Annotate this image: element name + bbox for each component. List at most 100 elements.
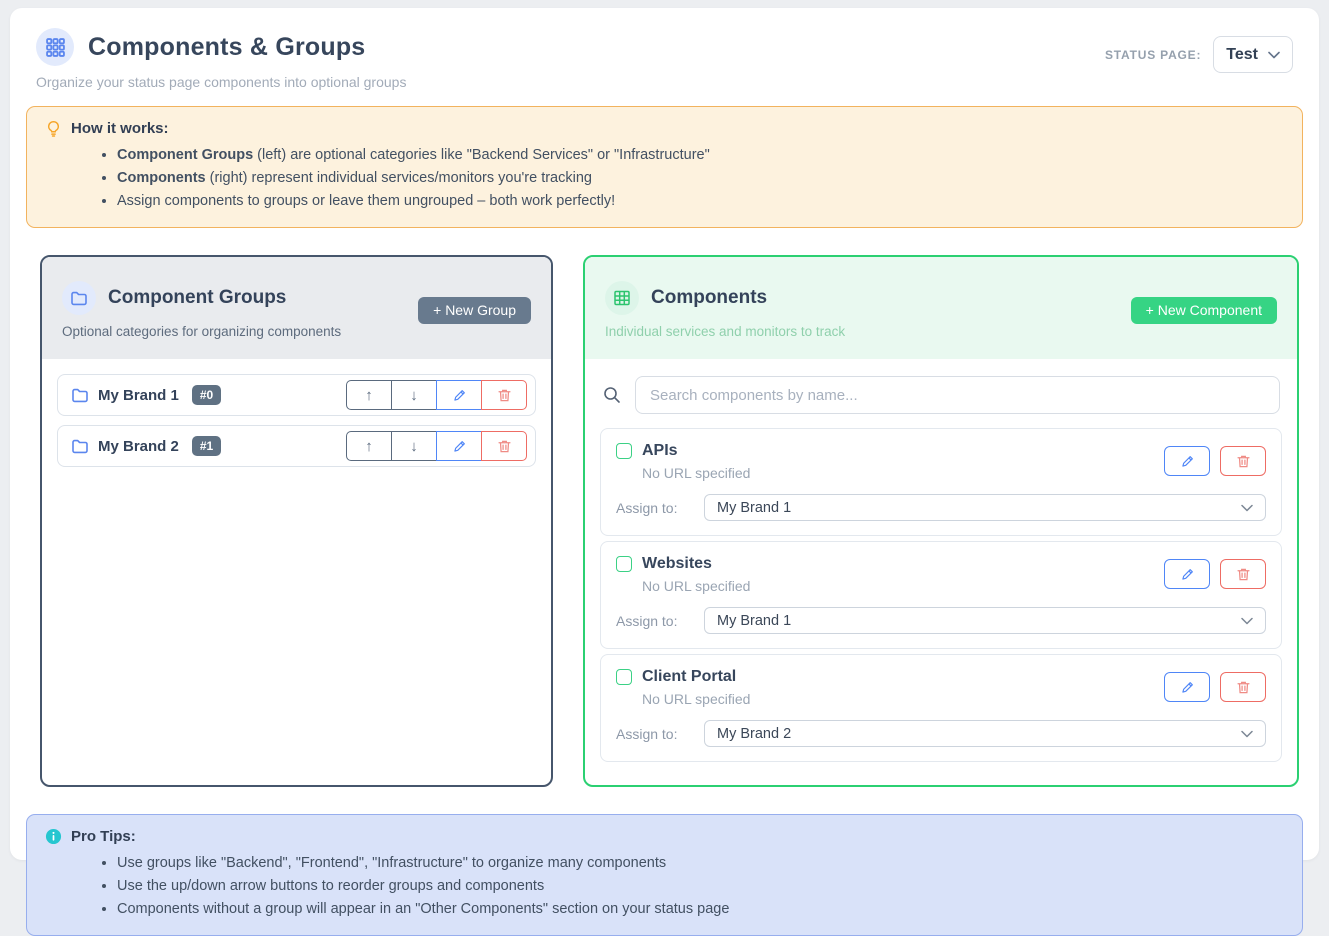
component-groups-panel: Component Groups Optional categories for… <box>40 255 553 787</box>
component-name: Websites <box>642 555 712 573</box>
component-card: Client Portal No URL specified <box>600 654 1282 762</box>
status-page-select[interactable]: Test <box>1213 36 1293 73</box>
folder-icon <box>71 437 89 455</box>
edit-component-button[interactable] <box>1164 672 1210 702</box>
trash-icon <box>497 388 512 403</box>
status-page-label: STATUS PAGE: <box>1105 48 1201 62</box>
move-up-button[interactable]: ↑ <box>346 431 392 461</box>
pro-tips-list: Use groups like "Backend", "Frontend", "… <box>45 852 1284 921</box>
assign-to-label: Assign to: <box>616 613 704 629</box>
pro-tips-box: Pro Tips: Use groups like "Backend", "Fr… <box>26 814 1303 936</box>
group-actions: ↑ ↓ <box>346 380 527 410</box>
component-card: APIs No URL specified <box>600 428 1282 536</box>
move-up-button[interactable]: ↑ <box>346 380 392 410</box>
assign-group-select[interactable]: My Brand 2 <box>704 720 1266 747</box>
page-title: Components & Groups <box>88 33 365 62</box>
edit-component-button[interactable] <box>1164 559 1210 589</box>
components-panel: Components Individual services and monit… <box>583 255 1299 787</box>
components-panel-subtitle: Individual services and monitors to trac… <box>605 324 845 339</box>
chevron-down-icon <box>1241 730 1253 738</box>
trash-icon <box>497 439 512 454</box>
how-it-works-box: How it works: Component Groups (left) ar… <box>26 106 1303 228</box>
groups-panel-title: Component Groups <box>108 287 286 309</box>
edit-group-button[interactable] <box>436 431 482 461</box>
pencil-icon <box>1180 567 1195 582</box>
folder-icon <box>71 386 89 404</box>
assign-to-label: Assign to: <box>616 500 704 516</box>
chevron-down-icon <box>1268 51 1280 59</box>
folder-icon <box>62 281 96 315</box>
new-component-button[interactable]: + New Component <box>1131 297 1277 324</box>
table-grid-icon <box>605 281 639 315</box>
assign-to-label: Assign to: <box>616 726 704 742</box>
panels-container: Component Groups Optional categories for… <box>26 255 1303 787</box>
move-down-button[interactable]: ↓ <box>391 431 437 461</box>
groups-list: My Brand 1 #0 ↑ ↓ <box>42 359 551 785</box>
pro-tips-title: Pro Tips: <box>71 828 136 845</box>
assigned-group-value: My Brand 2 <box>717 726 791 742</box>
pro-tip-item: Components without a group will appear i… <box>117 898 1284 921</box>
group-name: My Brand 1 <box>98 387 179 404</box>
components-list: APIs No URL specified <box>585 359 1297 785</box>
components-panel-title: Components <box>651 287 767 309</box>
page-subtitle: Organize your status page components int… <box>36 74 406 90</box>
group-actions: ↑ ↓ <box>346 431 527 461</box>
search-icon <box>602 385 622 405</box>
group-row: My Brand 1 #0 ↑ ↓ <box>57 374 536 416</box>
search-input[interactable] <box>635 376 1280 414</box>
chevron-down-icon <box>1241 504 1253 512</box>
main-card: Components & Groups Organize your status… <box>10 8 1319 860</box>
component-actions <box>1164 672 1266 702</box>
how-it-works-item: Assign components to groups or leave the… <box>117 190 1284 213</box>
component-url-note: No URL specified <box>642 465 750 481</box>
pencil-icon <box>1180 454 1195 469</box>
trash-icon <box>1236 567 1251 582</box>
pro-tip-item: Use the up/down arrow buttons to reorder… <box>117 875 1284 898</box>
delete-group-button[interactable] <box>481 380 527 410</box>
status-page-value: Test <box>1226 46 1258 64</box>
how-it-works-list: Component Groups (left) are optional cat… <box>45 144 1284 213</box>
assign-group-select[interactable]: My Brand 1 <box>704 494 1266 521</box>
assigned-group-value: My Brand 1 <box>717 613 791 629</box>
how-it-works-item: Component Groups (left) are optional cat… <box>117 144 1284 167</box>
group-row: My Brand 2 #1 ↑ ↓ <box>57 425 536 467</box>
delete-component-button[interactable] <box>1220 559 1266 589</box>
pencil-icon <box>1180 680 1195 695</box>
delete-component-button[interactable] <box>1220 672 1266 702</box>
chevron-down-icon <box>1241 617 1253 625</box>
component-actions <box>1164 559 1266 589</box>
components-panel-header: Components Individual services and monit… <box>585 257 1297 359</box>
groups-panel-subtitle: Optional categories for organizing compo… <box>62 324 341 339</box>
search-row <box>602 376 1280 414</box>
info-icon <box>45 828 62 845</box>
component-card: Websites No URL specified <box>600 541 1282 649</box>
pencil-icon <box>452 439 467 454</box>
trash-icon <box>1236 454 1251 469</box>
how-it-works-title: How it works: <box>71 120 169 137</box>
components-grid-icon <box>36 28 74 66</box>
assigned-group-value: My Brand 1 <box>717 500 791 516</box>
component-name: Client Portal <box>642 668 736 686</box>
move-down-button[interactable]: ↓ <box>391 380 437 410</box>
component-actions <box>1164 446 1266 476</box>
edit-component-button[interactable] <box>1164 446 1210 476</box>
new-group-button[interactable]: + New Group <box>418 297 531 324</box>
groups-panel-header: Component Groups Optional categories for… <box>42 257 551 359</box>
component-url-note: No URL specified <box>642 691 750 707</box>
group-name: My Brand 2 <box>98 438 179 455</box>
pencil-icon <box>452 388 467 403</box>
lightbulb-icon <box>45 120 62 137</box>
component-url-note: No URL specified <box>642 578 750 594</box>
group-order-badge: #1 <box>192 436 221 456</box>
how-it-works-item: Components (right) represent individual … <box>117 167 1284 190</box>
delete-group-button[interactable] <box>481 431 527 461</box>
group-order-badge: #0 <box>192 385 221 405</box>
component-square-icon <box>616 556 632 572</box>
page-header: Components & Groups Organize your status… <box>26 26 1303 90</box>
component-name: APIs <box>642 442 678 460</box>
assign-group-select[interactable]: My Brand 1 <box>704 607 1266 634</box>
pro-tip-item: Use groups like "Backend", "Frontend", "… <box>117 852 1284 875</box>
edit-group-button[interactable] <box>436 380 482 410</box>
status-page-picker: STATUS PAGE: Test <box>1105 36 1293 73</box>
delete-component-button[interactable] <box>1220 446 1266 476</box>
